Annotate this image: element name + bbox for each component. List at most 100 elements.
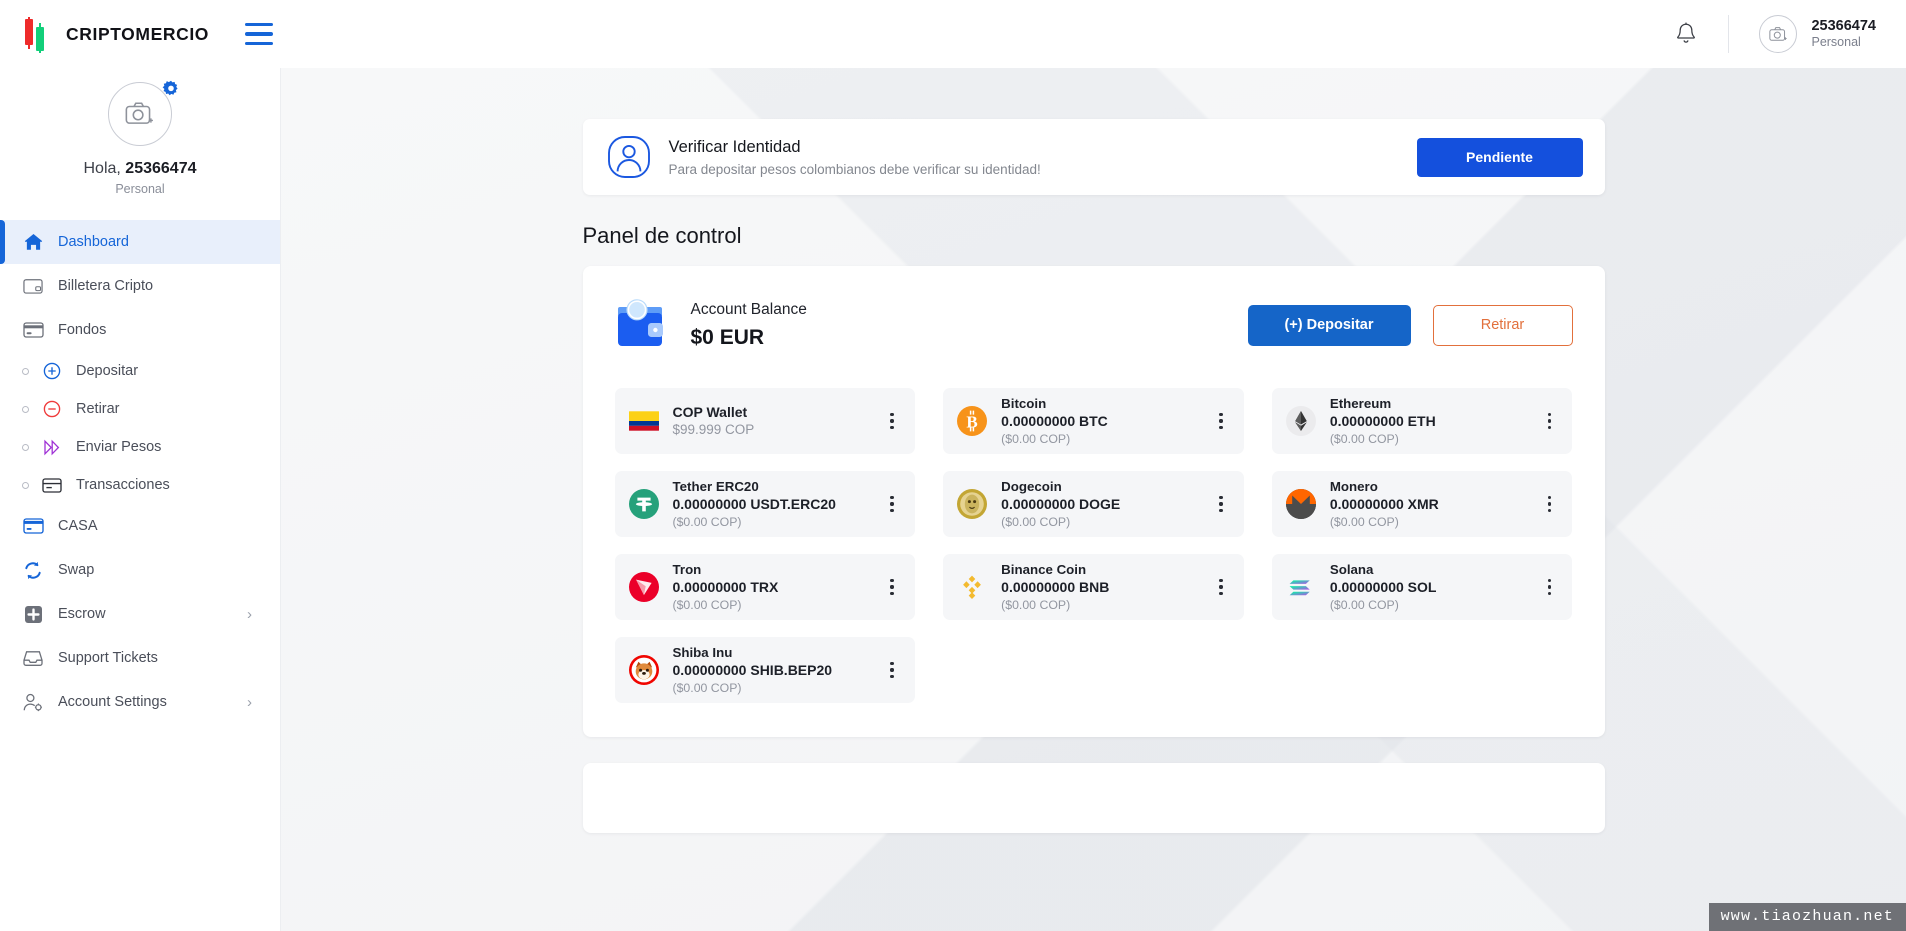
wallet-card-bitcoin[interactable]: B Bitcoin 0.00000000 BTC ($0.00 COP) bbox=[943, 388, 1244, 454]
dashboard-card: Account Balance $0 EUR (+) Depositar Ret… bbox=[582, 266, 1605, 737]
candlestick-logo-icon bbox=[22, 17, 48, 53]
sidebar-item-enviar-pesos[interactable]: Enviar Pesos bbox=[0, 428, 280, 466]
wallet-amount: 0.00000000 USDT.ERC20 bbox=[672, 496, 836, 513]
kebab-menu-icon[interactable] bbox=[881, 576, 903, 598]
sidebar-item-billetera-cripto[interactable]: Billetera Cripto bbox=[0, 264, 280, 308]
sidebar-greeting: Hola, 25366474 bbox=[84, 160, 197, 178]
sidebar-item-retirar[interactable]: Retirar bbox=[0, 390, 280, 428]
verify-identity-banner: Verificar Identidad Para depositar pesos… bbox=[582, 119, 1605, 195]
sidebar-item-account-settings[interactable]: Account Settings › bbox=[0, 680, 280, 724]
sidebar-item-casa[interactable]: CASA bbox=[0, 504, 280, 548]
gear-icon[interactable] bbox=[162, 80, 180, 98]
wallet-card-tether-erc20[interactable]: Tether ERC20 0.00000000 USDT.ERC20 ($0.0… bbox=[614, 471, 916, 537]
wallet-card-icon bbox=[22, 275, 44, 297]
balance-label: Account Balance bbox=[690, 300, 807, 318]
kebab-menu-icon[interactable] bbox=[1210, 410, 1232, 432]
bullet-dot bbox=[22, 367, 29, 375]
tether-icon bbox=[628, 489, 659, 519]
wallet-text: Dogecoin 0.00000000 DOGE ($0.00 COP) bbox=[1001, 478, 1120, 530]
kebab-menu-icon[interactable] bbox=[1538, 493, 1560, 515]
wallet-card-ethereum[interactable]: Ethereum 0.00000000 ETH ($0.00 COP) bbox=[1271, 388, 1573, 454]
wallet-card-cop[interactable]: COP Wallet $99.999 COP bbox=[614, 388, 916, 454]
credit-card-icon bbox=[22, 319, 44, 341]
kebab-menu-icon[interactable] bbox=[881, 410, 903, 432]
sidebar-item-swap[interactable]: Swap bbox=[0, 548, 280, 592]
wallet-text: COP Wallet $99.999 COP bbox=[673, 403, 755, 439]
sidebar-item-transacciones[interactable]: Transacciones bbox=[0, 466, 280, 504]
bitcoin-icon: B bbox=[957, 406, 988, 436]
sidebar-item-label: Enviar Pesos bbox=[76, 439, 162, 455]
sidebar-item-label: Billetera Cripto bbox=[58, 278, 154, 294]
sidebar-user-role: Personal bbox=[115, 182, 165, 196]
wallet-name: Shiba Inu bbox=[672, 644, 733, 660]
sidebar-item-depositar[interactable]: Depositar bbox=[0, 352, 280, 390]
wallet-amount: 0.00000000 XMR bbox=[1329, 496, 1439, 513]
kebab-menu-icon[interactable] bbox=[1538, 576, 1560, 598]
wallet-card-binance-coin[interactable]: Binance Coin 0.00000000 BNB ($0.00 COP) bbox=[943, 554, 1244, 620]
profile-avatar-wrap[interactable] bbox=[108, 80, 178, 146]
wallet-amount: 0.00000000 TRX bbox=[672, 579, 779, 596]
binance-icon bbox=[957, 572, 987, 602]
chevron-right-icon: › bbox=[247, 605, 252, 623]
sidebar-item-support-tickets[interactable]: Support Tickets bbox=[0, 636, 280, 680]
verify-title: Verificar Identidad bbox=[668, 137, 801, 156]
wallet-text: Ethereum 0.00000000 ETH ($0.00 COP) bbox=[1330, 395, 1436, 447]
ethereum-icon bbox=[1285, 406, 1316, 436]
account-balance-row: Account Balance $0 EUR (+) Depositar Ret… bbox=[615, 294, 1573, 356]
pendiente-button[interactable]: Pendiente bbox=[1416, 137, 1583, 177]
wallet-amount: 0.00000000 DOGE bbox=[1001, 496, 1121, 513]
wallet-fiat: ($0.00 COP) bbox=[1329, 514, 1399, 529]
wallet-text: Solana 0.00000000 SOL ($0.00 COP) bbox=[1330, 561, 1437, 613]
wallet-card-monero[interactable]: Monero 0.00000000 XMR ($0.00 COP) bbox=[1271, 471, 1573, 537]
wallet-card-shiba-inu[interactable]: Shiba Inu 0.00000000 SHIB.BEP20 ($0.00 C… bbox=[614, 637, 916, 703]
sidebar-item-label: Escrow bbox=[58, 606, 106, 622]
main-content: Verificar Identidad Para depositar pesos… bbox=[281, 68, 1906, 931]
wallet-amount: 0.00000000 ETH bbox=[1329, 413, 1436, 430]
sidebar-item-label: Transacciones bbox=[76, 477, 170, 493]
kebab-menu-icon[interactable] bbox=[881, 659, 903, 681]
user-identity-icon bbox=[607, 135, 651, 179]
kebab-menu-icon[interactable] bbox=[881, 493, 903, 515]
content-column: Verificar Identidad Para depositar pesos… bbox=[582, 68, 1605, 833]
sidebar-item-fondos[interactable]: Fondos bbox=[0, 308, 280, 352]
kebab-menu-icon[interactable] bbox=[1538, 410, 1560, 432]
wallet-name: Tether ERC20 bbox=[672, 478, 759, 494]
sidebar-item-dashboard[interactable]: Dashboard bbox=[0, 220, 280, 264]
sidebar-item-escrow[interactable]: Escrow › bbox=[0, 592, 280, 636]
wallet-fiat: ($0.00 COP) bbox=[1001, 514, 1071, 529]
wallet-fiat: ($0.00 COP) bbox=[1001, 431, 1071, 446]
depositar-button[interactable]: (+) Depositar bbox=[1247, 304, 1411, 346]
kebab-menu-icon[interactable] bbox=[1210, 576, 1232, 598]
wallet-card-tron[interactable]: Tron 0.00000000 TRX ($0.00 COP) bbox=[614, 554, 916, 620]
avatar[interactable] bbox=[1759, 15, 1798, 53]
user-cog-icon bbox=[22, 691, 44, 713]
plus-circle-icon bbox=[41, 360, 63, 382]
page-title: Panel de control bbox=[582, 223, 742, 248]
wallet-text: Tether ERC20 0.00000000 USDT.ERC20 ($0.0… bbox=[673, 478, 836, 530]
sidebar-item-label: Depositar bbox=[76, 363, 139, 379]
minus-circle-icon bbox=[41, 398, 63, 420]
retirar-button[interactable]: Retirar bbox=[1432, 304, 1573, 346]
wallet-card-solana[interactable]: Solana 0.00000000 SOL ($0.00 COP) bbox=[1271, 554, 1573, 620]
sidebar: Hola, 25366474 Personal Dashboard Billet… bbox=[0, 68, 281, 931]
wallet-name: Tron bbox=[672, 561, 702, 577]
header-user-info[interactable]: 25366474 Personal bbox=[1811, 17, 1876, 51]
bullet-dot bbox=[22, 443, 29, 451]
bell-icon[interactable] bbox=[1674, 21, 1698, 47]
brand-name: CRIPTOMERCIO bbox=[66, 23, 209, 44]
wallet-amount: 0.00000000 BTC bbox=[1001, 413, 1108, 430]
wallet-icon bbox=[615, 299, 671, 351]
kebab-menu-icon[interactable] bbox=[1210, 493, 1232, 515]
transaction-card-icon bbox=[41, 474, 63, 496]
sidebar-item-label: Swap bbox=[58, 562, 95, 578]
verify-text: Verificar Identidad Para depositar pesos… bbox=[669, 138, 1041, 177]
wallet-name: COP Wallet bbox=[672, 403, 748, 420]
wallet-amount: 0.00000000 SHIB.BEP20 bbox=[672, 662, 833, 679]
wallet-fiat: ($0.00 COP) bbox=[672, 514, 742, 529]
send-forward-icon bbox=[41, 436, 63, 458]
wallet-text: Binance Coin 0.00000000 BNB ($0.00 COP) bbox=[1001, 561, 1109, 613]
hamburger-menu-icon[interactable] bbox=[245, 23, 273, 45]
wallet-amount: 0.00000000 SOL bbox=[1329, 579, 1437, 596]
wallet-card-dogecoin[interactable]: Dogecoin 0.00000000 DOGE ($0.00 COP) bbox=[943, 471, 1244, 537]
wallet-fiat: ($0.00 COP) bbox=[672, 597, 742, 612]
